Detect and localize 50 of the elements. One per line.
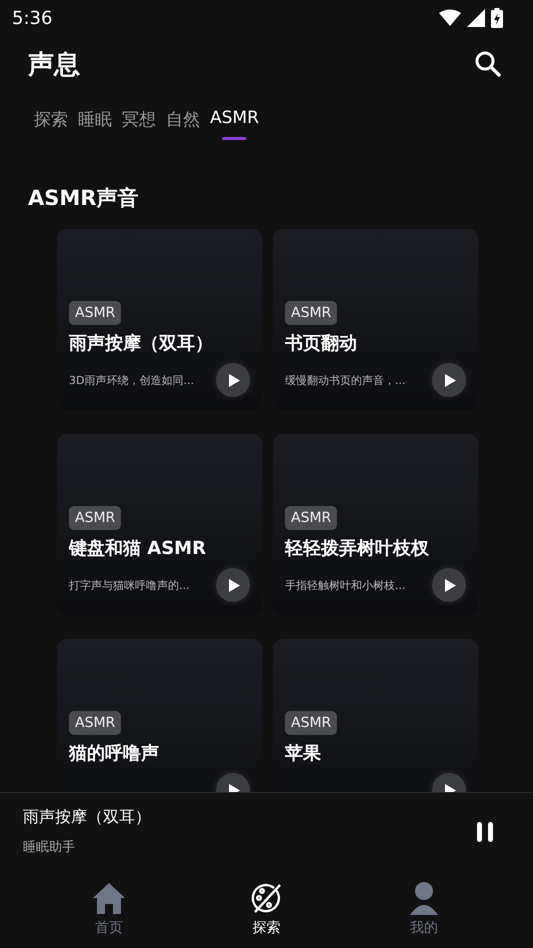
nav-item[interactable]: 我的 [384, 880, 464, 938]
play-icon [444, 578, 456, 592]
card-description: 3D雨声环绕，创造如同... [69, 372, 194, 388]
tag-label: ASMR [285, 301, 338, 325]
sound-card[interactable]: ASMR 键盘和猫 ASMR 打字声与猫咪呼噜声的... [57, 434, 262, 615]
tag-label: ASMR [69, 301, 122, 325]
play-button[interactable] [216, 363, 250, 397]
play-button[interactable] [432, 568, 466, 602]
play-icon [444, 374, 456, 386]
signal-icon [467, 9, 485, 27]
card-description: 打字声与猫咪呼噜声的... [69, 578, 190, 592]
tag-label: ASMR [285, 711, 338, 735]
card-title: 雨声按摩（双耳） [69, 332, 213, 355]
section-title: ASMR声音 [27, 185, 140, 212]
planet-icon [249, 881, 284, 915]
category-tab[interactable]: 睡眠 [74, 102, 116, 143]
play-icon [228, 578, 240, 592]
app-title: 声息 [28, 48, 80, 82]
home-icon [92, 881, 126, 915]
play-button[interactable] [432, 363, 466, 397]
card-title: 轻轻拨弄树叶枝杈 [285, 537, 429, 560]
category-tab[interactable]: ASMR [206, 102, 263, 140]
sound-card[interactable]: ASMR 猫的呼噜声 [57, 639, 262, 792]
play-button[interactable] [216, 568, 250, 602]
pause-button[interactable] [475, 820, 495, 842]
status-time: 5:36 [12, 8, 52, 28]
category-tab[interactable]: 自然 [162, 102, 204, 143]
card-description: 手指轻触树叶和小树枝... [285, 578, 406, 592]
card-title: 键盘和猫 ASMR [69, 537, 206, 560]
tag-label: ASMR [285, 506, 338, 530]
play-icon [228, 374, 240, 386]
sound-card[interactable]: ASMR 苹果 [273, 639, 478, 792]
search-icon[interactable] [474, 50, 502, 78]
card-title: 苹果 [285, 742, 321, 765]
card-description: 缓慢翻动书页的声音，... [285, 372, 406, 388]
card-title: 书页翻动 [285, 332, 357, 355]
nav-item[interactable]: 首页 [68, 880, 149, 938]
sound-card[interactable]: ASMR 轻轻拨弄树叶枝杈 手指轻触树叶和小树枝... [273, 434, 478, 615]
nav-item[interactable]: 探索 [226, 880, 306, 938]
tag-label: ASMR [69, 711, 122, 735]
card-title: 猫的呼噜声 [69, 742, 159, 765]
category-tab[interactable]: 冥想 [118, 102, 160, 143]
battery-icon [491, 8, 503, 28]
wifi-icon [439, 9, 461, 27]
track-subtitle: 睡眠助手 [23, 839, 76, 856]
tag-label: ASMR [69, 506, 122, 530]
sound-card[interactable]: ASMR 书页翻动 缓慢翻动书页的声音，... [273, 229, 478, 410]
category-tab[interactable]: 探索 [30, 102, 72, 143]
track-title: 雨声按摩（双耳） [23, 807, 151, 828]
sound-card[interactable]: ASMR 雨声按摩（双耳） 3D雨声环绕，创造如同... [57, 229, 262, 410]
